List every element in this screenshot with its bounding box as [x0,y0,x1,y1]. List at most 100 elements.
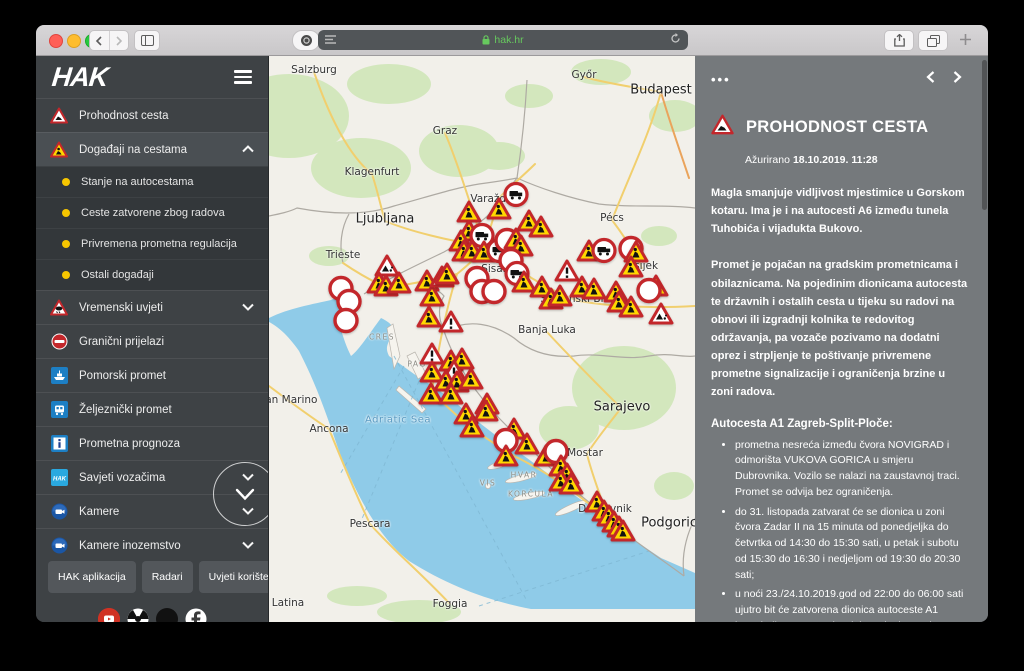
hak-app-button[interactable]: HAK aplikacija [48,561,136,593]
panel-scrollbar[interactable] [982,60,987,210]
map-marker-rockfall[interactable] [648,302,674,331]
map-marker-roadwork[interactable] [558,472,584,501]
sidebar-item-label: Kamere [79,506,231,518]
sidebar-item-label: Prohodnost cesta [79,110,254,122]
chevron-up-icon [242,144,254,156]
weather-warning-icon [50,299,68,317]
hak-logo[interactable]: HAK [50,62,109,93]
sidebar-submenu: Stanje na autocestama Ceste zatvorene zb… [36,166,268,290]
section-heading: Autocesta A1 Zagreb-Split-Ploče: [711,418,970,430]
sidebar-subitem-label: Ostali događaji [81,269,154,281]
more-options-icon[interactable]: ••• [711,72,731,87]
panel-title: PROHODNOST CESTA [746,118,928,137]
train-icon [50,401,68,419]
minimize-window-button[interactable] [67,34,81,48]
map-marker-roadwork[interactable] [434,262,460,291]
roadwork-warning-icon [50,141,68,159]
chevron-down-icon [242,540,254,552]
radari-button[interactable]: Radari [142,561,193,593]
bullet-dot-icon [62,271,70,279]
sidebar-item-vremenski-uvjeti[interactable]: Vremenski uvjeti [36,290,268,324]
map-marker-truck-ban[interactable] [591,237,618,269]
sidebar-item-label: Prometna prognoza [79,438,254,450]
sidebar-subitem-label: Ceste zatvorene zbog radova [81,207,225,219]
address-bar[interactable]: hak.hr [318,30,688,50]
sidebar-item-label: Događaji na cestama [79,144,231,156]
scroll-down-circle-button[interactable] [213,462,269,526]
camera-globe-icon [50,503,68,521]
forward-button[interactable] [110,31,129,50]
sidebar-item-kamere-inozemstvo[interactable]: Kamere inozemstvo [36,528,268,562]
share-button[interactable] [884,30,914,51]
svg-text:HAK: HAK [53,477,67,483]
report-bullet: prometna nesreća između čvora NOVIGRAD i… [735,438,970,501]
steering-wheel-icon[interactable] [127,608,149,622]
sidebar-subitem-ostali-dogadjaji[interactable]: Ostali događaji [36,259,268,290]
reload-icon[interactable] [670,31,681,49]
sidebar-subitem-label: Stanje na autocestama [81,176,194,188]
map-marker-roadwork[interactable] [386,271,412,300]
map-marker-warning[interactable] [438,310,464,339]
no-entry-icon [50,333,68,351]
updated-timestamp: Ažurirano18.10.2019. 11:28 [745,154,970,166]
facebook-icon[interactable] [185,608,207,622]
youtube-icon[interactable] [98,608,120,622]
sidebar-item-label: Vremenski uvjeti [79,302,231,314]
map-marker-closure[interactable] [333,307,360,339]
url-text: hak.hr [494,34,523,46]
traffic-map[interactable]: SalzburgGyőrBudapestGrazKlagenfurtLjublj… [269,56,695,622]
lock-icon [482,35,490,45]
hak-badge-icon: HAK [50,469,68,487]
nav-buttons [89,30,129,51]
sidebar-toggle-button[interactable] [134,30,160,51]
sidebar-item-zeljeznicki-promet[interactable]: Željeznički promet [36,392,268,426]
ship-icon [50,367,68,385]
map-marker-closure[interactable] [481,278,508,310]
rockfall-warning-icon [711,114,734,140]
intro-paragraph-1: Magla smanjuje vidljivost mjestimice u G… [711,184,970,238]
camera-globe-icon [50,537,68,555]
sidebar-subitem-stanje-na-autocestama[interactable]: Stanje na autocestama [36,166,268,197]
report-bullet: do 31. listopada zatvarat će se dionica … [735,505,970,584]
sidebar-item-pomorski-promet[interactable]: Pomorski promet [36,358,268,392]
intro-paragraph-2: Promet je pojačan na gradskim prometnica… [711,256,970,401]
sidebar: HAK Prohodnost cesta Događaji na cestama [36,56,269,622]
extension-button[interactable] [292,30,320,51]
report-panel: ••• PROHODNOST CESTA [695,56,988,622]
next-report-button[interactable] [953,70,962,88]
sidebar-item-label: Granični prijelazi [79,336,254,348]
bullet-dot-icon [62,178,70,186]
map-marker-roadwork[interactable] [610,519,636,548]
map-marker-roadwork[interactable] [493,444,519,473]
sidebar-item-label: Savjeti vozačima [79,472,231,484]
reader-list-icon[interactable] [325,31,336,49]
sidebar-item-label: Željeznički promet [79,404,254,416]
close-window-button[interactable] [49,34,63,48]
sidebar-subitem-privremena-regulacija[interactable]: Privremena prometna regulacija [36,228,268,259]
new-tab-button[interactable] [952,30,978,49]
social-icons [36,608,268,622]
report-bullet: u noći 23./24.10.2019.god od 22:00 do 06… [735,587,970,622]
section-a1: Autocesta A1 Zagreb-Split-Ploče: prometn… [711,418,970,622]
sidebar-item-prometna-prognoza[interactable]: Prometna prognoza [36,426,268,460]
rockfall-warning-icon [50,107,68,125]
chevron-down-icon [242,302,254,314]
prev-report-button[interactable] [926,70,935,88]
terms-button[interactable]: Uvjeti korištenja [199,561,269,593]
info-icon [50,435,68,453]
sidebar-item-dogadjaji-na-cestama[interactable]: Događaji na cestama [36,132,268,166]
browser-window: hak.hr HAK Proho [36,25,988,622]
sidebar-subitem-label: Privremena prometna regulacija [81,238,237,250]
hamburger-menu-icon[interactable] [234,67,252,87]
sidebar-item-label: Kamere inozemstvo [79,540,231,552]
sidebar-item-prohodnost-cesta[interactable]: Prohodnost cesta [36,98,268,132]
bullet-dot-icon [62,209,70,217]
tab-overview-button[interactable] [918,30,948,51]
map-marker-roadwork[interactable] [459,415,485,444]
browser-titlebar: hak.hr [36,25,988,56]
sidebar-item-label: Pomorski promet [79,370,254,382]
sidebar-subitem-ceste-zatvorene[interactable]: Ceste zatvorene zbog radova [36,197,268,228]
twitter-icon[interactable] [156,608,178,622]
sidebar-item-granicni-prijelazi[interactable]: Granični prijelazi [36,324,268,358]
back-button[interactable] [90,31,110,50]
